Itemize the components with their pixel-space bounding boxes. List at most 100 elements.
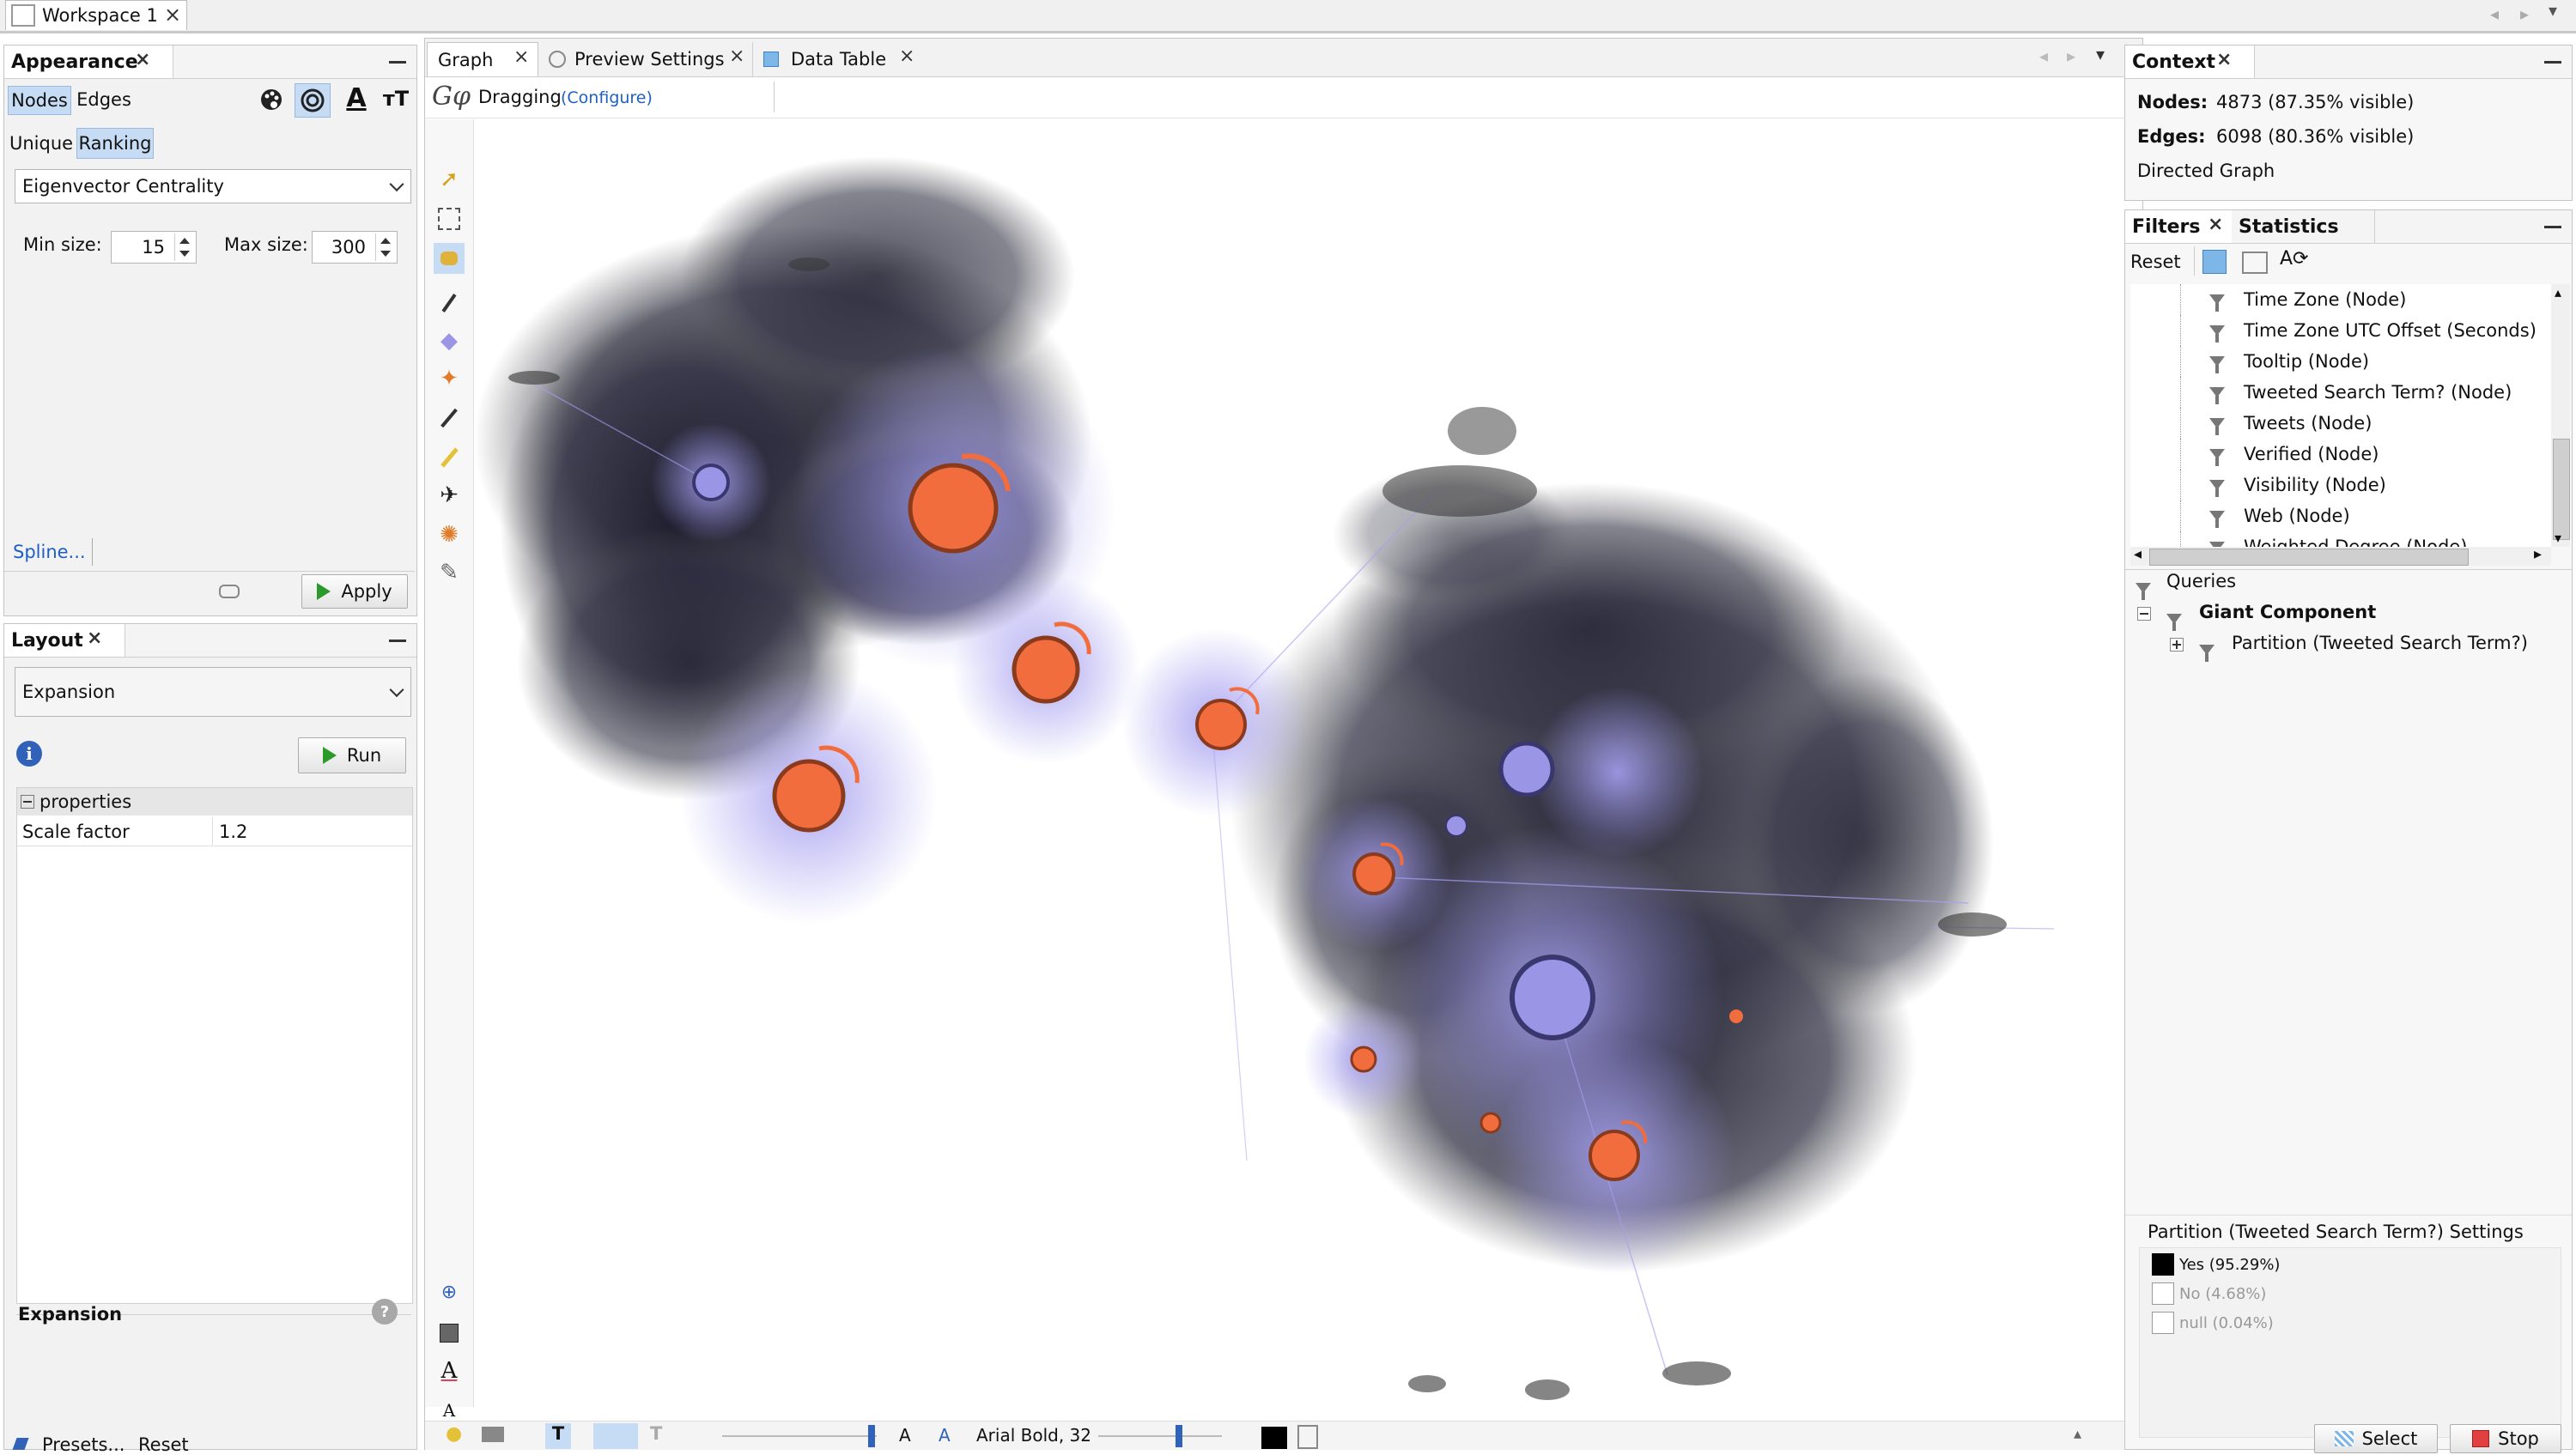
graph-canvas[interactable]: [474, 130, 2114, 1418]
scroll-right-icon[interactable]: ▸: [2067, 45, 2075, 66]
close-icon[interactable]: ×: [135, 49, 150, 70]
stop-button[interactable]: Stop: [2450, 1424, 2561, 1453]
close-icon[interactable]: ×: [513, 46, 529, 68]
expand-icon[interactable]: [2170, 638, 2184, 652]
minimize-icon[interactable]: [389, 61, 406, 64]
pencil-icon[interactable]: [434, 442, 465, 473]
font-label[interactable]: Arial Bold, 32: [976, 1425, 1091, 1446]
graph-node[interactable]: [1498, 741, 1555, 797]
filter-tree-item[interactable]: Tweets (Node): [2130, 408, 2551, 439]
graph-node[interactable]: [1012, 635, 1080, 704]
scale-factor-input[interactable]: 1.2: [214, 817, 412, 846]
scrollbar-thumb[interactable]: [2149, 549, 2469, 566]
slider-thumb[interactable]: [868, 1425, 875, 1447]
close-icon[interactable]: ×: [899, 45, 914, 67]
partition-color-swatch[interactable]: [2152, 1312, 2174, 1334]
edge-weight-slider[interactable]: [722, 1435, 877, 1437]
diamond-icon[interactable]: ◆: [434, 325, 465, 356]
close-icon[interactable]: ×: [2216, 49, 2232, 70]
nodes-tab[interactable]: Nodes: [8, 86, 71, 115]
collapse-icon[interactable]: [21, 795, 34, 809]
layout-tab[interactable]: Layout ×: [4, 624, 125, 657]
scroll-up-icon[interactable]: ▴: [2555, 284, 2561, 300]
filters-tab[interactable]: Filters ×: [2125, 210, 2245, 243]
collapse-icon[interactable]: [2137, 607, 2151, 621]
graph-node[interactable]: [1510, 955, 1595, 1040]
tab-preview-settings[interactable]: Preview Settings ×: [542, 42, 753, 76]
apply-button[interactable]: Apply: [301, 574, 408, 609]
min-size-spinner[interactable]: 15: [111, 231, 197, 264]
filter-tree-item[interactable]: Tooltip (Node): [2130, 346, 2551, 377]
tab-data-table[interactable]: Data Table ×: [756, 42, 923, 76]
ranking-attribute-select[interactable]: Eigenvector Centrality: [15, 169, 411, 203]
brush-icon[interactable]: [434, 403, 465, 433]
scroll-left-icon[interactable]: ◂: [2490, 3, 2499, 24]
size-icon[interactable]: [295, 83, 331, 118]
partition-color-swatch[interactable]: [2152, 1282, 2174, 1305]
filter-tree-item[interactable]: Tweeted Search Term? (Node): [2130, 377, 2551, 408]
graph-node[interactable]: [1352, 852, 1395, 895]
text-icon[interactable]: T: [650, 1423, 662, 1444]
background-color-icon[interactable]: [434, 1318, 465, 1349]
filter-tree-item[interactable]: Verified (Node): [2130, 439, 2551, 470]
info-icon[interactable]: i: [16, 741, 42, 767]
layout-algorithm-select[interactable]: Expansion: [15, 667, 411, 717]
query-giant-component[interactable]: Giant Component: [2199, 602, 2376, 622]
save-filter-icon[interactable]: [2242, 252, 2268, 274]
graph-node[interactable]: [1479, 1112, 1502, 1134]
label-color-icon[interactable]: A: [341, 83, 372, 114]
slider-thumb[interactable]: [1176, 1425, 1182, 1447]
label-size-slider[interactable]: [1098, 1435, 1222, 1437]
filter-tree-item[interactable]: Visibility (Node): [2130, 470, 2551, 500]
scroll-left-icon[interactable]: ◂: [2134, 545, 2142, 563]
vertical-scrollbar[interactable]: ▴ ▾: [2551, 284, 2570, 547]
max-size-spinner[interactable]: 300: [312, 231, 398, 264]
filter-tree-item[interactable]: Weighted Degree (Node): [2130, 531, 2551, 547]
query-partition[interactable]: Partition (Tweeted Search Term?): [2232, 633, 2528, 653]
graph-node[interactable]: [1350, 1046, 1377, 1073]
ranking-tab[interactable]: Ranking: [76, 128, 154, 159]
horizontal-scrollbar[interactable]: ◂ ▸: [2130, 545, 2551, 566]
painter-icon[interactable]: [434, 288, 465, 318]
lightbulb-icon[interactable]: ●: [446, 1423, 462, 1445]
scroll-right-icon[interactable]: ▸: [2520, 3, 2529, 24]
graph-node[interactable]: [772, 759, 846, 833]
presets-button[interactable]: Presets...: [42, 1434, 125, 1455]
reset-button[interactable]: Reset: [138, 1434, 189, 1455]
rectangle-select-icon[interactable]: [434, 203, 465, 234]
tab-graph[interactable]: Graph ×: [427, 42, 538, 76]
close-icon[interactable]: ×: [2208, 214, 2223, 235]
workspace-tab[interactable]: Workspace 1 ×: [5, 0, 187, 30]
label-color-icon[interactable]: A: [434, 1355, 465, 1386]
spinner-arrows-icon[interactable]: [375, 233, 395, 261]
graph-node[interactable]: [1589, 1130, 1640, 1181]
font-size-increase-icon[interactable]: A: [939, 1425, 951, 1446]
configure-link[interactable]: (Configure): [561, 88, 653, 107]
scroll-right-icon[interactable]: ▸: [2534, 545, 2542, 563]
graph-node[interactable]: [692, 464, 730, 501]
run-button[interactable]: Run: [298, 737, 406, 773]
scroll-left-icon[interactable]: ◂: [2039, 45, 2048, 66]
font-size-decrease-icon[interactable]: A: [899, 1425, 911, 1446]
appearance-tab[interactable]: Appearance ×: [4, 45, 173, 78]
gear-icon[interactable]: ✺: [434, 519, 465, 550]
properties-group-header[interactable]: properties: [17, 788, 412, 815]
clipboard-icon[interactable]: [1297, 1425, 1318, 1449]
edge-toggle-icon[interactable]: [593, 1423, 638, 1449]
partition-no[interactable]: No (4.68%): [2152, 1282, 2266, 1305]
help-icon[interactable]: ?: [372, 1299, 398, 1325]
drag-hand-icon[interactable]: [434, 243, 465, 274]
label-color-swatch[interactable]: [1261, 1427, 1287, 1449]
screenshot-icon[interactable]: [482, 1427, 504, 1442]
minimize-icon[interactable]: [389, 640, 406, 642]
graph-node[interactable]: [908, 463, 999, 554]
airplane-icon[interactable]: ✈: [434, 480, 465, 511]
tab-menu-icon[interactable]: ▾: [2096, 44, 2105, 64]
pointer-icon[interactable]: ➚: [434, 164, 465, 195]
expand-toolbar-icon[interactable]: ▴: [2074, 1425, 2081, 1443]
show-labels-icon[interactable]: T: [545, 1423, 571, 1449]
minimize-icon[interactable]: [2544, 226, 2561, 228]
chain-icon[interactable]: [219, 585, 240, 598]
edges-tab[interactable]: Edges: [73, 86, 135, 113]
partition-color-swatch[interactable]: [2152, 1253, 2174, 1276]
